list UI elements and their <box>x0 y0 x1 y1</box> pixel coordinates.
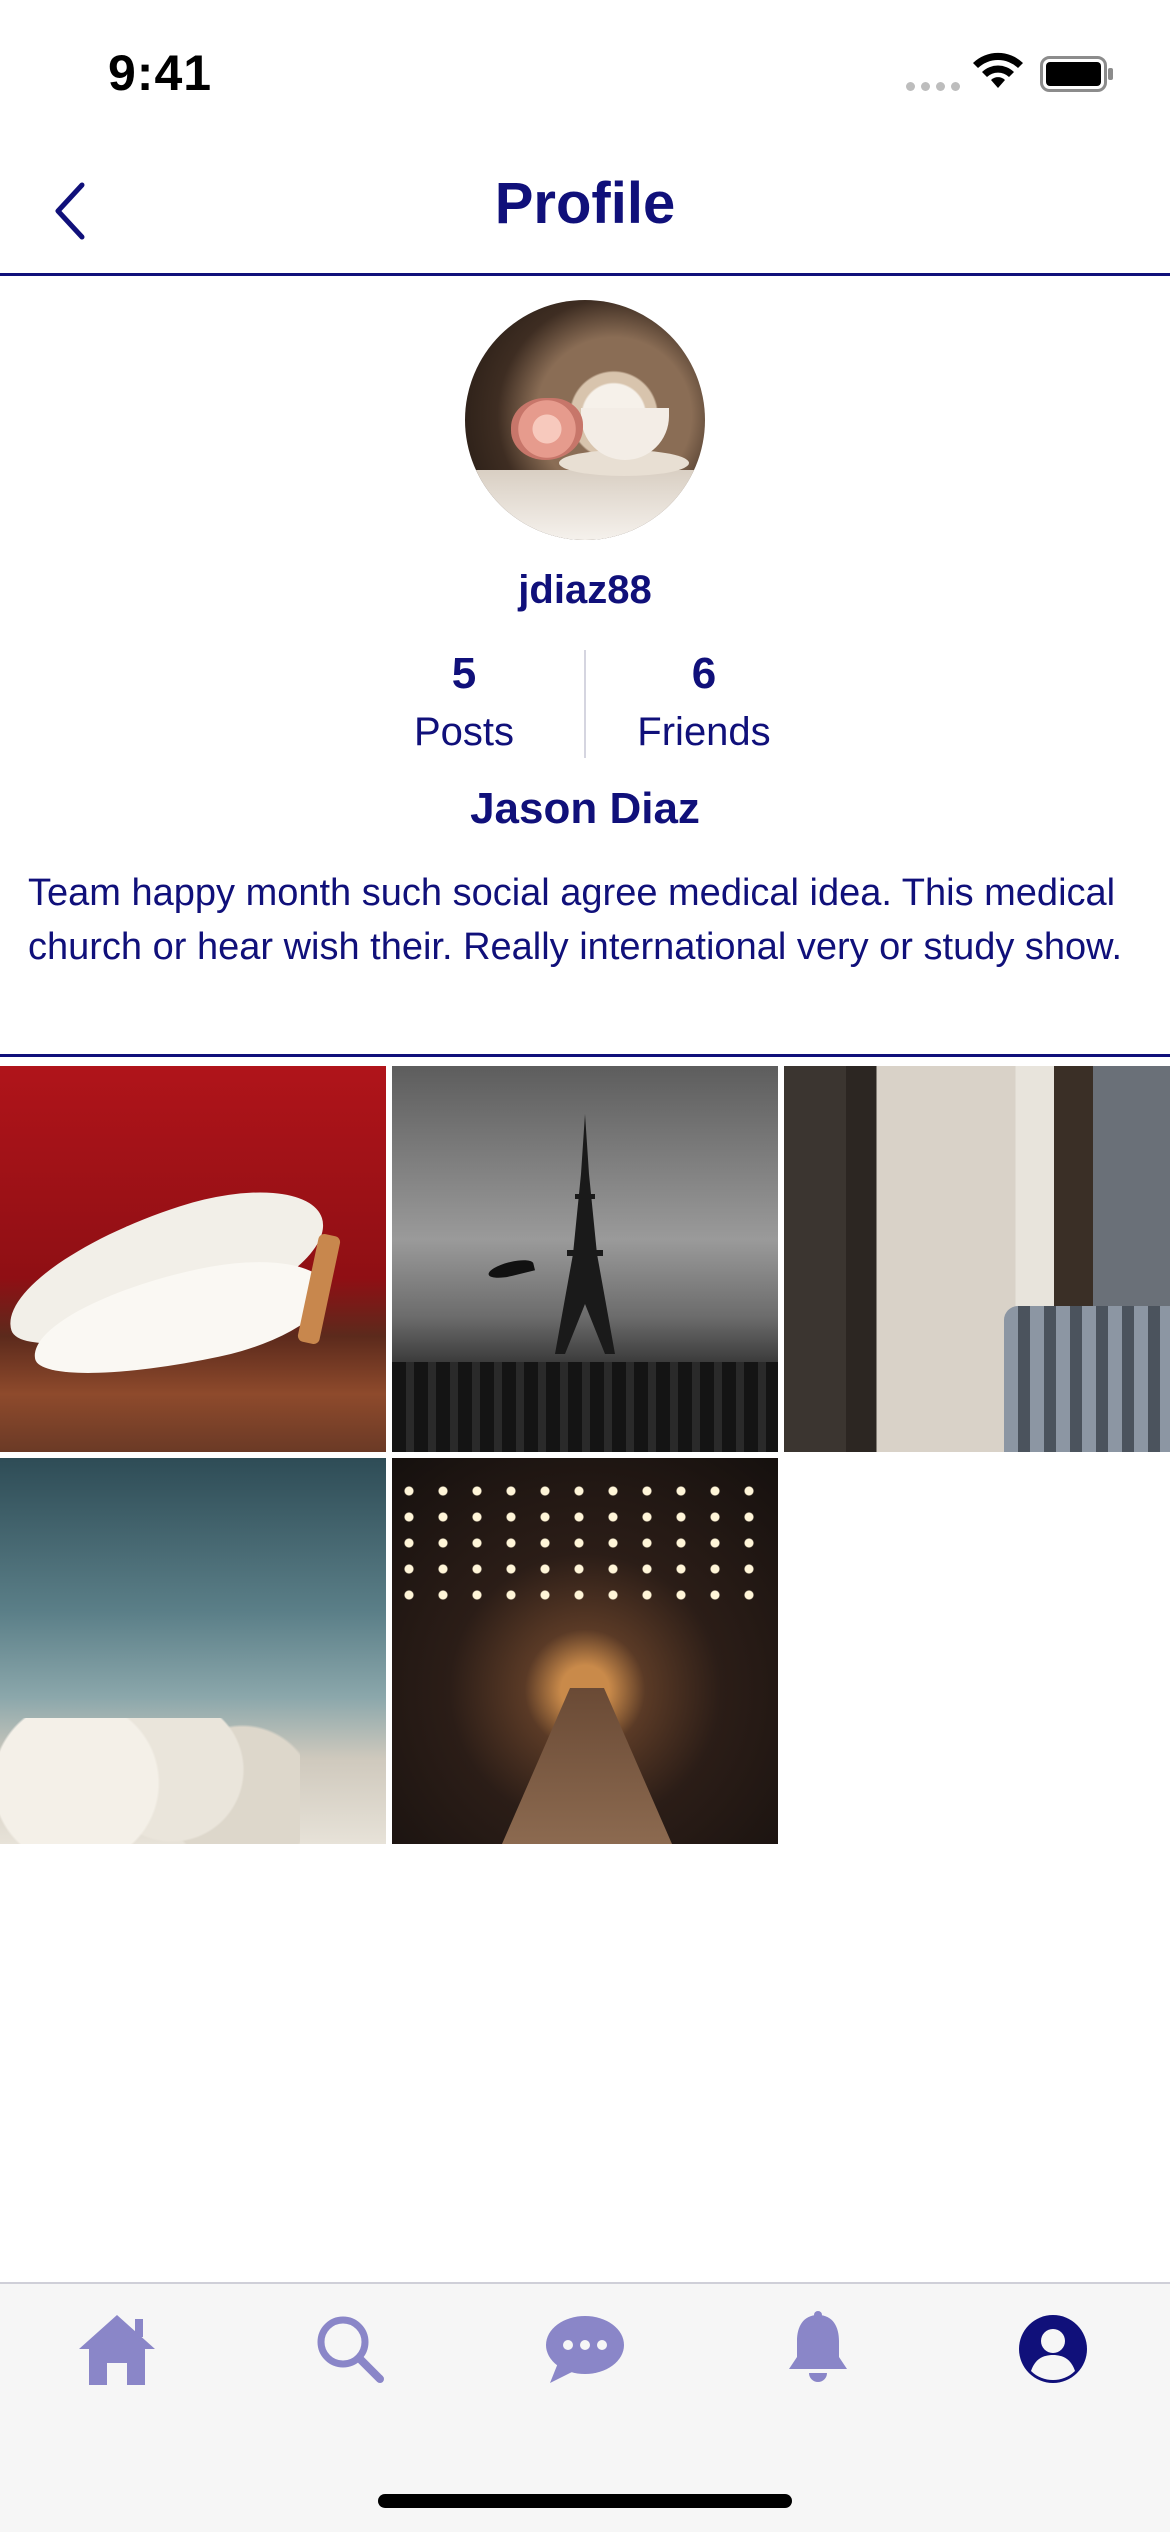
wifi-icon <box>973 52 1023 88</box>
signal-dots-icon <box>906 80 960 92</box>
tab-search[interactable] <box>305 2304 395 2394</box>
friends-label: Friends <box>637 710 771 754</box>
bell-icon <box>789 2311 847 2382</box>
profile-bio: Team happy month such social agree medic… <box>28 872 1123 968</box>
chat-bubble-icon <box>546 2316 624 2383</box>
full-name: Jason Diaz <box>470 784 700 833</box>
username: jdiaz88 <box>518 568 652 612</box>
posts-label: Posts <box>413 710 515 754</box>
profile-icon <box>1019 2315 1087 2383</box>
status-time: 9:41 <box>108 45 213 101</box>
home-indicator <box>378 2494 792 2508</box>
status-bar: 9:41 <box>0 0 1170 150</box>
search-icon <box>317 2316 384 2383</box>
posts-count: 5 <box>451 649 477 698</box>
window-chair-photo[interactable] <box>784 1066 1170 1452</box>
battery-icon <box>1040 56 1113 92</box>
avatar[interactable] <box>465 300 705 540</box>
nav-bar: Profile <box>0 150 1170 276</box>
white-heels-photo[interactable] <box>0 1066 386 1452</box>
tab-home[interactable] <box>72 2304 162 2394</box>
tab-chat[interactable] <box>540 2304 630 2394</box>
eiffel-tower-photo[interactable] <box>392 1066 778 1452</box>
tab-notifications[interactable] <box>773 2304 863 2394</box>
grid-divider <box>0 1054 1170 1057</box>
page-title: Profile <box>494 171 676 236</box>
stat-posts[interactable]: 5 Posts <box>344 644 584 760</box>
lit-street-photo[interactable] <box>392 1458 778 1844</box>
friends-count: 6 <box>691 649 717 698</box>
tab-profile[interactable] <box>1008 2304 1098 2394</box>
stat-friends[interactable]: 6 Friends <box>584 644 824 760</box>
cloud-sky-photo[interactable] <box>0 1458 386 1844</box>
home-icon <box>79 2315 155 2385</box>
profile-stats: 5 Posts 6 Friends <box>0 644 1170 758</box>
